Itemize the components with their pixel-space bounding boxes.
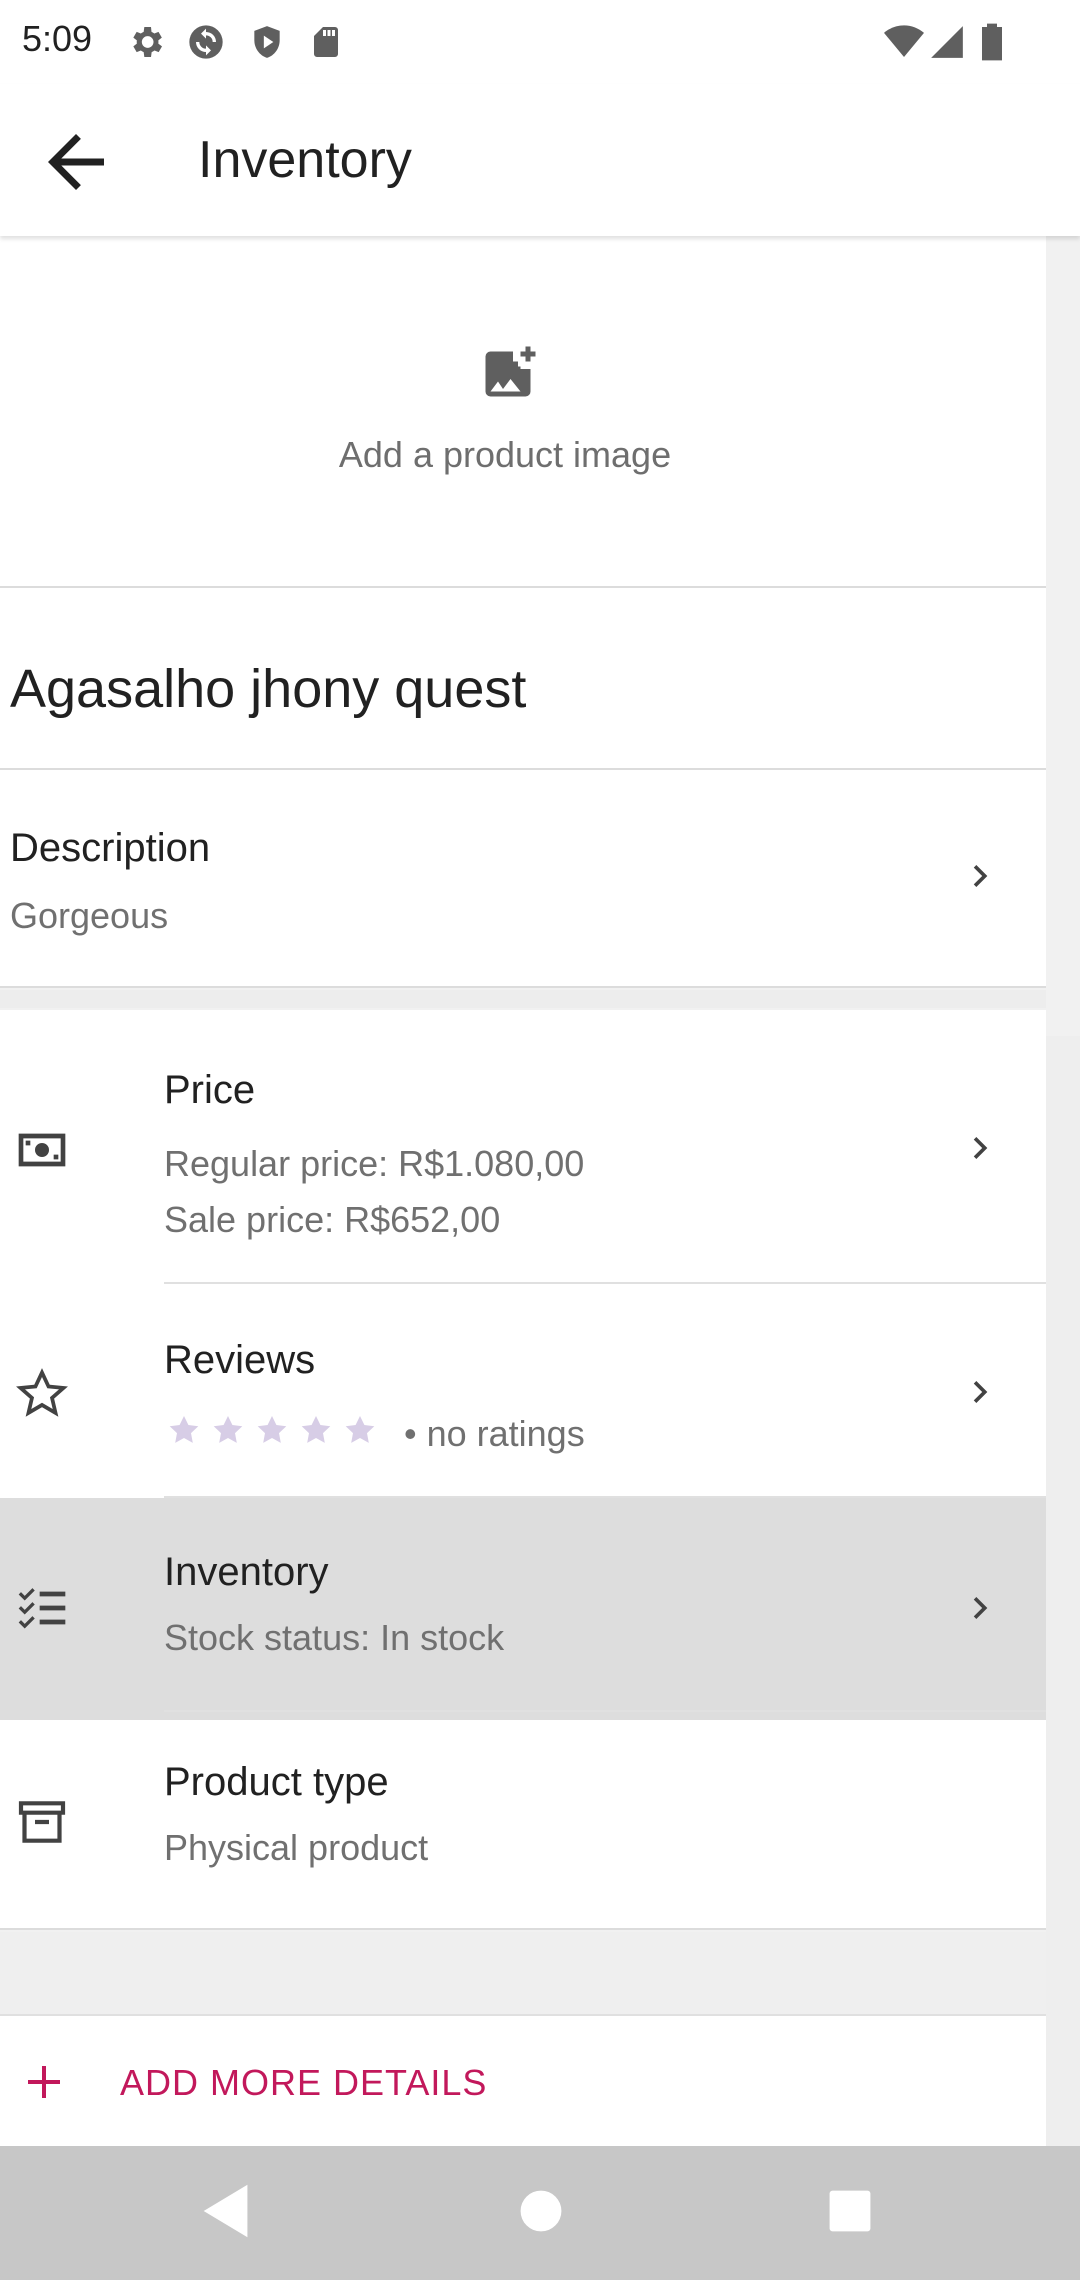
nav-recents-icon[interactable]	[815, 2176, 885, 2246]
scroll-gutter	[1046, 1036, 1080, 2146]
description-title: Description	[10, 826, 211, 870]
inventory-row[interactable]: Inventory Stock status: In stock	[0, 1498, 1046, 1720]
divider	[0, 986, 1046, 988]
product-type-title: Product type	[164, 1760, 389, 1804]
sd-card-icon	[314, 27, 338, 57]
price-row[interactable]: Price Regular price: R$1.080,00 Sale pri…	[0, 1010, 1046, 1282]
add-image-label: Add a product image	[338, 434, 672, 475]
add-photo-icon	[485, 346, 536, 397]
product-type-row[interactable]: Product type Physical product	[0, 1712, 1046, 1930]
add-more-details-label: ADD MORE DETAILS	[120, 2062, 488, 2103]
description-value: Gorgeous	[10, 895, 169, 936]
status-bar: 5:09	[0, 0, 1080, 84]
section-gap	[0, 990, 1046, 1008]
arrow-back-icon	[48, 134, 104, 190]
add-more-details-button[interactable]: ADD MORE DETAILS	[0, 2016, 1046, 2148]
status-time: 5:09	[22, 18, 93, 59]
chevron-right-icon	[973, 1137, 988, 1159]
archive-box-icon	[18, 1801, 66, 1843]
page-title: Inventory	[198, 131, 412, 189]
nav-home-icon[interactable]	[506, 2176, 576, 2246]
rating-text: • no ratings	[404, 1413, 585, 1454]
description-row[interactable]: Description Gorgeous	[0, 770, 1046, 988]
star-outline-icon	[16, 1368, 68, 1417]
chevron-right-icon	[973, 1381, 988, 1403]
plus-icon	[28, 2066, 60, 2098]
sync-icon	[189, 25, 223, 59]
reviews-row[interactable]: Reviews • no ratings	[0, 1284, 1046, 1506]
product-title[interactable]: Agasalho jhony quest	[10, 658, 526, 720]
regular-price: Regular price: R$1.080,00	[164, 1143, 585, 1184]
product-image-section: Add a product image	[0, 236, 1046, 586]
product-title-section[interactable]: Agasalho jhony quest	[0, 588, 1046, 768]
price-title: Price	[164, 1068, 256, 1112]
inventory-title: Inventory	[164, 1550, 329, 1594]
chevron-right-icon	[973, 865, 988, 887]
rating-stars	[164, 1410, 386, 1454]
app-bar: Inventory	[0, 84, 1080, 236]
back-button[interactable]	[34, 120, 118, 204]
product-details-card: Price Regular price: R$1.080,00 Sale pri…	[0, 1010, 1046, 1930]
chevron-right-icon	[973, 1597, 988, 1619]
wifi-icon	[884, 25, 924, 57]
system-nav-bar	[0, 2146, 1080, 2280]
checklist-icon	[18, 1588, 66, 1629]
cell-signal-icon	[931, 26, 963, 58]
settings-icon	[133, 27, 162, 57]
section-gap	[0, 1932, 1046, 2016]
add-product-image-button[interactable]: Add a product image	[0, 236, 1046, 586]
battery-icon	[982, 23, 1002, 61]
divider	[0, 1928, 1046, 1930]
sale-price: Sale price: R$652,00	[164, 1199, 501, 1240]
nav-back-icon[interactable]	[192, 2176, 262, 2246]
money-icon	[18, 1133, 66, 1167]
add-more-details-section: ADD MORE DETAILS	[0, 2014, 1046, 2148]
rating-stars-graphic	[169, 1416, 375, 1443]
stock-status: Stock status: In stock	[164, 1617, 505, 1658]
product-type-value: Physical product	[164, 1827, 429, 1868]
shield-icon	[254, 26, 280, 58]
reviews-title: Reviews	[164, 1338, 316, 1382]
